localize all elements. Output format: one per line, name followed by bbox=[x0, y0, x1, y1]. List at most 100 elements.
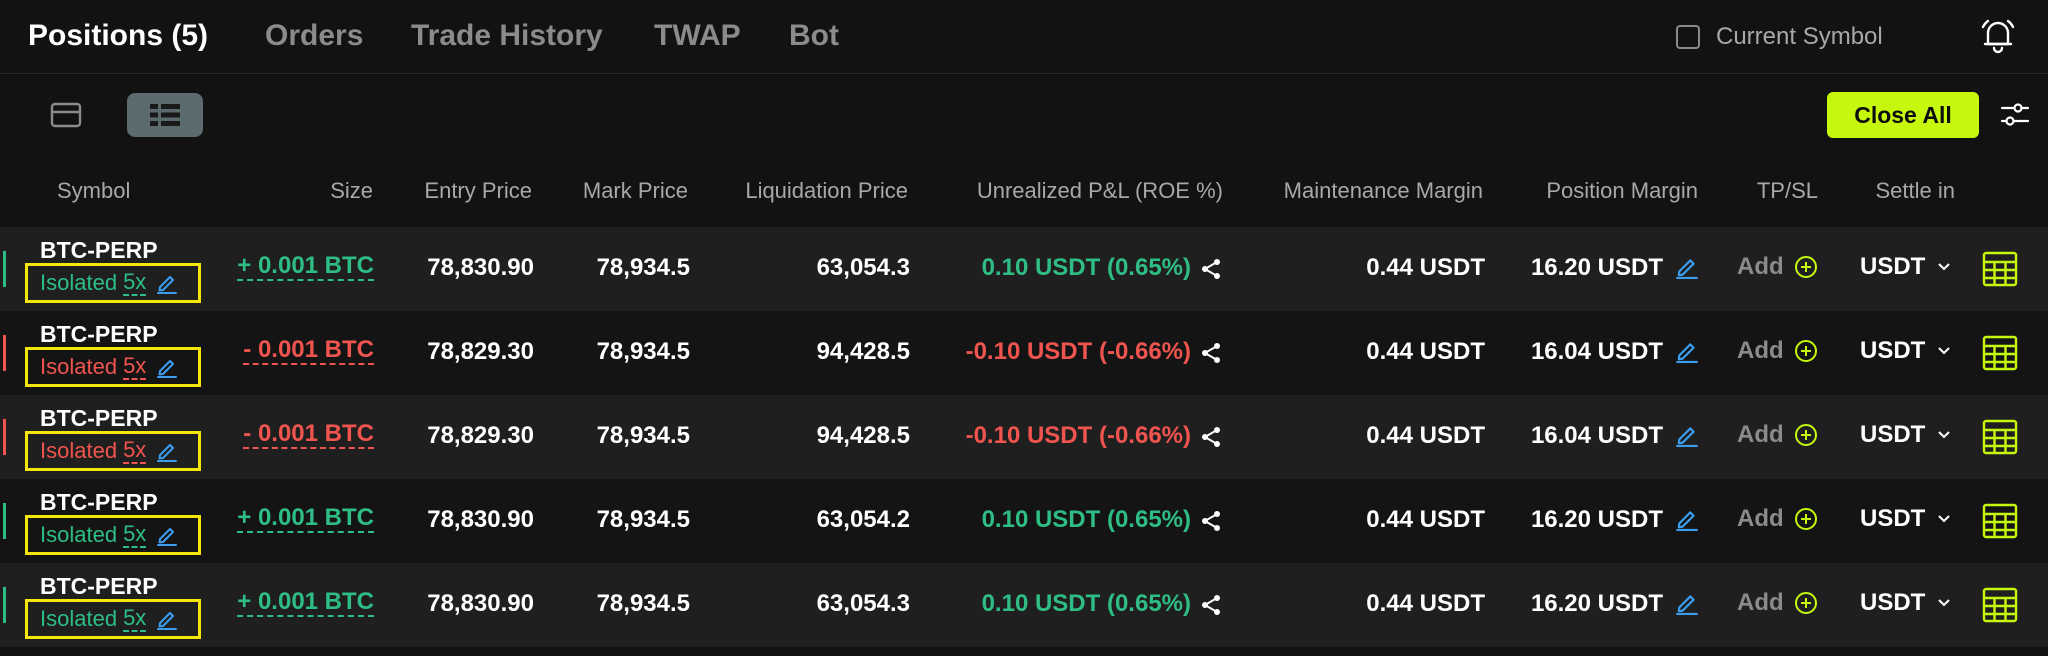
tpsl-add-label: Add bbox=[1737, 337, 1784, 364]
position-size[interactable]: - 0.001 BTC bbox=[243, 421, 374, 449]
share-icon[interactable] bbox=[1200, 425, 1222, 449]
current-symbol-checkbox[interactable] bbox=[1676, 25, 1700, 49]
leverage-value[interactable]: 5x bbox=[123, 270, 147, 296]
position-size[interactable]: - 0.001 BTC bbox=[243, 337, 374, 365]
liquidation-price: 94,428.5 bbox=[816, 338, 910, 365]
col-header-size: Size bbox=[330, 178, 373, 203]
margin-mode: Isolated bbox=[40, 606, 118, 631]
edit-leverage-icon[interactable] bbox=[156, 524, 178, 546]
side-indicator bbox=[3, 503, 6, 539]
edit-margin-icon[interactable] bbox=[1675, 423, 1699, 447]
edit-leverage-icon[interactable] bbox=[156, 356, 178, 378]
share-icon[interactable] bbox=[1200, 341, 1222, 365]
symbol-name[interactable]: BTC-PERP bbox=[40, 237, 158, 264]
edit-leverage-icon[interactable] bbox=[156, 608, 178, 630]
symbol-name[interactable]: BTC-PERP bbox=[40, 573, 158, 600]
side-indicator bbox=[3, 587, 6, 623]
symbol-name[interactable]: BTC-PERP bbox=[40, 405, 158, 432]
edit-leverage-icon[interactable] bbox=[156, 440, 178, 462]
tpsl-add-button[interactable]: Add bbox=[1737, 337, 1818, 365]
symbol-name[interactable]: BTC-PERP bbox=[40, 321, 158, 348]
calculator-icon[interactable] bbox=[1982, 251, 2018, 287]
position-size[interactable]: + 0.001 BTC bbox=[237, 505, 374, 533]
bell-icon[interactable] bbox=[1980, 17, 2016, 55]
filter-settings-icon[interactable] bbox=[2000, 101, 2030, 129]
liquidation-price: 63,054.3 bbox=[816, 590, 910, 617]
col-header-settle-in: Settle in bbox=[1875, 178, 1956, 203]
tab-twap[interactable]: TWAP bbox=[654, 18, 741, 54]
leverage-value[interactable]: 5x bbox=[123, 606, 147, 632]
side-indicator bbox=[3, 419, 6, 455]
edit-margin-icon[interactable] bbox=[1675, 339, 1699, 363]
maintenance-margin: 0.44 USDT bbox=[1366, 338, 1485, 365]
tpsl-add-button[interactable]: Add bbox=[1737, 589, 1818, 617]
tab-positions[interactable]: Positions (5) bbox=[28, 18, 208, 54]
side-indicator bbox=[3, 251, 6, 287]
unrealized-pnl: -0.10 USDT (-0.66%) bbox=[965, 422, 1191, 449]
margin-mode-highlight: Isolated 5x bbox=[25, 347, 201, 387]
tpsl-add-label: Add bbox=[1737, 589, 1784, 616]
settle-currency-value: USDT bbox=[1860, 253, 1926, 280]
mark-price: 78,934.5 bbox=[596, 338, 690, 365]
list-view-button[interactable] bbox=[127, 93, 203, 137]
leverage-value[interactable]: 5x bbox=[123, 354, 147, 380]
chevron-down-icon bbox=[1938, 515, 1951, 523]
share-icon[interactable] bbox=[1200, 509, 1222, 533]
col-header-maintenance-margin: Maintenance Margin bbox=[1283, 178, 1483, 203]
position-margin: 16.04 USDT bbox=[1530, 338, 1663, 365]
col-header-symbol: Symbol bbox=[57, 178, 131, 203]
leverage-value[interactable]: 5x bbox=[123, 522, 147, 548]
settle-currency-select[interactable]: USDT bbox=[1860, 589, 1951, 617]
calculator-icon[interactable] bbox=[1982, 335, 2018, 371]
settle-currency-select[interactable]: USDT bbox=[1860, 337, 1951, 365]
list-view-icon bbox=[150, 104, 180, 126]
settle-currency-value: USDT bbox=[1860, 505, 1926, 532]
chevron-down-icon bbox=[1938, 263, 1951, 271]
mark-price: 78,934.5 bbox=[596, 506, 690, 533]
tpsl-add-button[interactable]: Add bbox=[1737, 421, 1818, 449]
share-icon[interactable] bbox=[1200, 593, 1222, 617]
card-view-button[interactable] bbox=[28, 93, 104, 137]
edit-margin-icon[interactable] bbox=[1675, 507, 1699, 531]
entry-price: 78,830.90 bbox=[427, 254, 534, 281]
close-all-button[interactable]: Close All bbox=[1827, 92, 1979, 138]
tab-orders[interactable]: Orders bbox=[265, 18, 363, 54]
add-circle-icon bbox=[1794, 340, 1817, 362]
settle-currency-select[interactable]: USDT bbox=[1860, 253, 1951, 281]
entry-price: 78,829.30 bbox=[427, 422, 534, 449]
side-indicator bbox=[3, 335, 6, 371]
calculator-icon[interactable] bbox=[1982, 503, 2018, 539]
maintenance-margin: 0.44 USDT bbox=[1366, 590, 1485, 617]
tab-bot[interactable]: Bot bbox=[789, 18, 839, 54]
tpsl-add-button[interactable]: Add bbox=[1737, 505, 1818, 533]
unrealized-pnl: 0.10 USDT (0.65%) bbox=[981, 506, 1191, 533]
unrealized-pnl: 0.10 USDT (0.65%) bbox=[981, 590, 1191, 617]
liquidation-price: 63,054.2 bbox=[816, 506, 910, 533]
symbol-name[interactable]: BTC-PERP bbox=[40, 489, 158, 516]
current-symbol-label: Current Symbol bbox=[1716, 23, 1883, 50]
tpsl-add-label: Add bbox=[1737, 253, 1784, 280]
table-row: BTC-PERP Isolated 5x + 0.001 BTC 78,830.… bbox=[0, 563, 2048, 647]
calculator-icon[interactable] bbox=[1982, 587, 2018, 623]
current-symbol-toggle[interactable]: Current Symbol bbox=[1676, 22, 1883, 52]
share-icon[interactable] bbox=[1200, 257, 1222, 281]
settle-currency-select[interactable]: USDT bbox=[1860, 421, 1951, 449]
mark-price: 78,934.5 bbox=[596, 590, 690, 617]
tab-trade-history[interactable]: Trade History bbox=[411, 18, 603, 54]
table-row: BTC-PERP Isolated 5x + 0.001 BTC 78,830.… bbox=[0, 479, 2048, 563]
edit-margin-icon[interactable] bbox=[1675, 255, 1699, 279]
calculator-icon[interactable] bbox=[1982, 419, 2018, 455]
tpsl-add-label: Add bbox=[1737, 421, 1784, 448]
position-size[interactable]: + 0.001 BTC bbox=[237, 589, 374, 617]
margin-mode-highlight: Isolated 5x bbox=[25, 431, 201, 471]
position-size[interactable]: + 0.001 BTC bbox=[237, 253, 374, 281]
leverage-value[interactable]: 5x bbox=[123, 438, 147, 464]
tpsl-add-button[interactable]: Add bbox=[1737, 253, 1818, 281]
position-margin: 16.20 USDT bbox=[1530, 590, 1663, 617]
edit-margin-icon[interactable] bbox=[1675, 591, 1699, 615]
margin-mode: Isolated bbox=[40, 270, 118, 295]
edit-leverage-icon[interactable] bbox=[156, 272, 178, 294]
chevron-down-icon bbox=[1938, 347, 1951, 355]
settle-currency-select[interactable]: USDT bbox=[1860, 505, 1951, 533]
col-header-liquidation-price: Liquidation Price bbox=[745, 178, 908, 203]
